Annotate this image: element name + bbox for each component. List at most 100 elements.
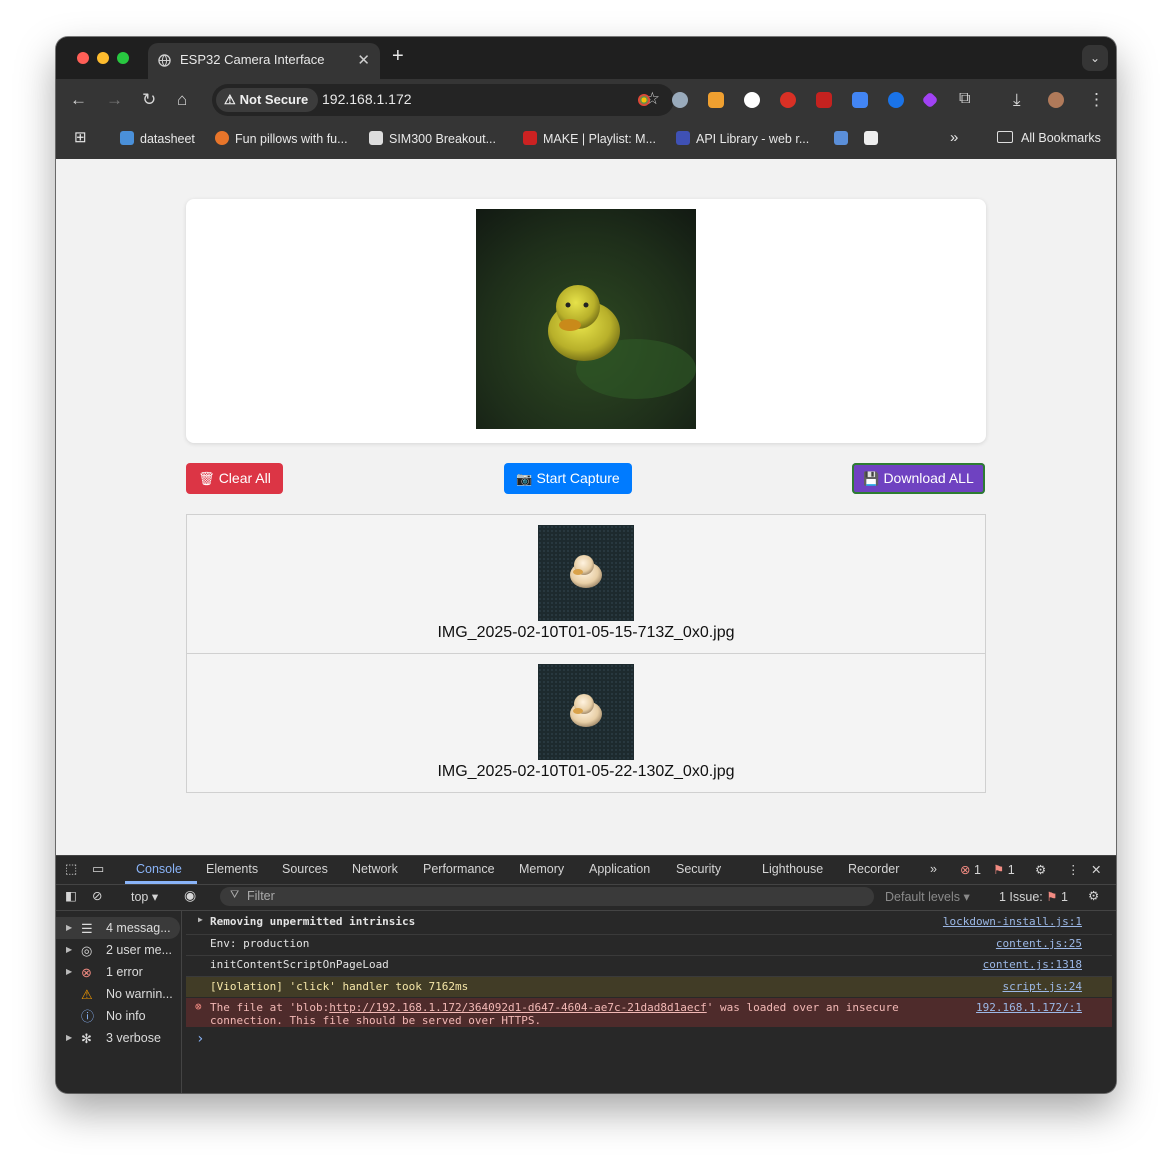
bookmark-label: SIM300 Breakout... (389, 132, 497, 146)
context-selector[interactable]: top ▾ (131, 889, 158, 904)
address-bar[interactable]: ⚠ Not Secure 192.168.1.172 ☆ (212, 84, 674, 116)
reload-icon[interactable]: ↻ (142, 90, 156, 110)
download-all-button[interactable]: 💾 Download ALL (852, 463, 985, 494)
sidebar-label: 2 user me... (106, 943, 172, 957)
clear-all-button[interactable]: 🗑 Clear All (186, 463, 283, 494)
bookmark-item[interactable]: API Library - web r... (676, 131, 809, 146)
tab-console[interactable]: Console (136, 862, 182, 876)
tab-search-button[interactable]: ⌄ (1082, 45, 1108, 71)
folder-icon (997, 131, 1013, 143)
gallery-item[interactable]: IMG_2025-02-10T01-05-22-130Z_0x0.jpg (187, 654, 985, 792)
gallery-filename: IMG_2025-02-10T01-05-22-130Z_0x0.jpg (437, 763, 735, 780)
log-source-link[interactable]: content.js:25 (996, 937, 1082, 950)
sidebar-errors[interactable]: ▶ ⊗ 1 error (56, 961, 180, 983)
settings-gear-icon[interactable]: ⚙ (1035, 862, 1046, 877)
console-prompt[interactable]: › (186, 1031, 1112, 1049)
translate-icon[interactable] (852, 92, 868, 108)
avatar[interactable] (1048, 92, 1064, 108)
extension-icon[interactable] (780, 92, 796, 108)
bookmark-item[interactable] (834, 131, 854, 146)
gallery-item[interactable]: IMG_2025-02-10T01-05-15-713Z_0x0.jpg (187, 515, 985, 654)
extension-icon[interactable] (672, 92, 688, 108)
log-source-link[interactable]: lockdown-install.js:1 (943, 915, 1082, 928)
extension-icon[interactable] (744, 92, 760, 108)
minimize-window-button[interactable] (97, 52, 109, 64)
gallery-thumbnail[interactable] (538, 525, 634, 621)
error-counter[interactable]: ⊗ 1 (960, 862, 981, 877)
devtools-close-icon[interactable]: ✕ (1091, 862, 1101, 877)
sidebar-user-messages[interactable]: ▶ ◎ 2 user me... (56, 939, 180, 961)
bookmark-item[interactable]: Fun pillows with fu... (215, 131, 348, 146)
tab-performance[interactable]: Performance (423, 862, 495, 876)
bookmarks-overflow-icon[interactable]: » (950, 129, 958, 146)
clear-console-icon[interactable]: ⊘ (92, 888, 102, 903)
sidebar-info[interactable]: ⓘ No info (56, 1005, 180, 1027)
chrome-extension-icon[interactable] (638, 94, 650, 106)
console-settings-icon[interactable]: ⚙ (1088, 888, 1099, 903)
tab-close-icon[interactable]: ✕ (357, 51, 370, 69)
apps-grid-icon[interactable]: ⊞ (74, 128, 87, 146)
extension-icon[interactable] (888, 92, 904, 108)
console-error-row[interactable]: ⊗ The file at 'blob:http://192.168.1.172… (186, 998, 1112, 1027)
extension-icon[interactable] (708, 92, 724, 108)
console-log-row[interactable]: ▶ Removing unpermitted intrinsics lockdo… (186, 914, 1112, 935)
browser-tab[interactable]: ESP32 Camera Interface ✕ (148, 43, 380, 79)
maximize-window-button[interactable] (117, 52, 129, 64)
devtools-panel: ⬚ ▭ Console Elements Sources Network Per… (56, 855, 1116, 1093)
log-levels-dropdown[interactable]: Default levels ▾ (885, 889, 970, 904)
tab-application[interactable]: Application (589, 862, 650, 876)
extensions-puzzle-icon[interactable]: ⧉ (959, 90, 970, 108)
back-arrow-icon[interactable]: ← (70, 90, 87, 110)
bookmark-item[interactable]: MAKE | Playlist: M... (523, 131, 656, 146)
more-tabs-icon[interactable]: » (930, 862, 937, 876)
sidebar-verbose[interactable]: ▶ ✻ 3 verbose (56, 1027, 180, 1049)
eye-icon[interactable]: ◉ (184, 887, 196, 904)
blob-url-link[interactable]: http://192.168.1.172/364092d1-d647-4604-… (329, 1001, 707, 1014)
device-toolbar-icon[interactable]: ▭ (92, 861, 104, 877)
extension-icon[interactable] (921, 91, 939, 109)
log-message-suffix: ' was loaded over an insecure (706, 1001, 899, 1014)
camera-preview-image (476, 209, 696, 429)
close-window-button[interactable] (77, 52, 89, 64)
log-source-link[interactable]: 192.168.1.172/:1 (976, 1001, 1082, 1014)
filter-placeholder: Filter (247, 889, 275, 903)
console-log-row[interactable]: Env: production content.js:25 (186, 935, 1112, 956)
issues-link[interactable]: 1 Issue: ⚑ 1 (999, 889, 1068, 904)
tab-lighthouse[interactable]: Lighthouse (762, 862, 823, 876)
console-sidebar: ▶ ☰ 4 messag... ▶ ◎ 2 user me... ▶ ⊗ 1 error ⚠… (56, 911, 182, 1093)
browser-toolbar: ← → ↻ ⌂ ⚠ Not Secure 192.168.1.172 ☆ ⧉ ⤓ … (56, 79, 1116, 121)
extension-icon[interactable] (816, 92, 832, 108)
console-violation-row[interactable]: [Violation] 'click' handler took 7162ms … (186, 977, 1112, 997)
sidebar-warnings[interactable]: ⚠ No warnin... (56, 983, 180, 1005)
forward-arrow-icon[interactable]: → (106, 90, 123, 110)
sidebar-messages[interactable]: ▶ ☰ 4 messag... (56, 917, 180, 939)
log-source-link[interactable]: script.js:24 (1003, 980, 1082, 993)
tab-memory[interactable]: Memory (519, 862, 564, 876)
log-source-link[interactable]: content.js:1318 (983, 958, 1082, 971)
bookmark-item[interactable]: SIM300 Breakout... (369, 131, 496, 146)
devtools-menu-icon[interactable]: ⋮ (1067, 862, 1080, 877)
gallery-thumbnail[interactable] (538, 664, 634, 760)
tab-elements[interactable]: Elements (206, 862, 258, 876)
home-icon[interactable]: ⌂ (177, 90, 187, 110)
expand-arrow-icon: ▶ (66, 967, 73, 976)
console-log-row[interactable]: initContentScriptOnPageLoad content.js:1… (186, 956, 1112, 977)
start-capture-button[interactable]: 📷 Start Capture (504, 463, 632, 494)
all-bookmarks-folder[interactable]: All Bookmarks (997, 131, 1101, 145)
context-label: top (131, 890, 149, 904)
bookmark-item[interactable] (864, 131, 884, 146)
new-tab-button[interactable]: + (392, 45, 404, 68)
tab-network[interactable]: Network (352, 862, 398, 876)
inspect-element-icon[interactable]: ⬚ (65, 861, 77, 877)
filter-input[interactable]: ⛛ Filter (220, 887, 874, 906)
security-chip[interactable]: ⚠ Not Secure (216, 88, 319, 112)
tab-sources[interactable]: Sources (282, 862, 328, 876)
bookmark-item[interactable]: datasheet (120, 131, 195, 146)
security-chip-label: Not Secure (239, 92, 309, 107)
kebab-menu-icon[interactable]: ⋮ (1088, 90, 1105, 110)
download-icon[interactable]: ⤓ (1013, 90, 1021, 110)
issue-counter[interactable]: ⚑ 1 (993, 862, 1015, 877)
tab-security[interactable]: Security (676, 862, 721, 876)
tab-recorder[interactable]: Recorder (848, 862, 899, 876)
sidebar-toggle-icon[interactable]: ◧ (65, 888, 77, 903)
